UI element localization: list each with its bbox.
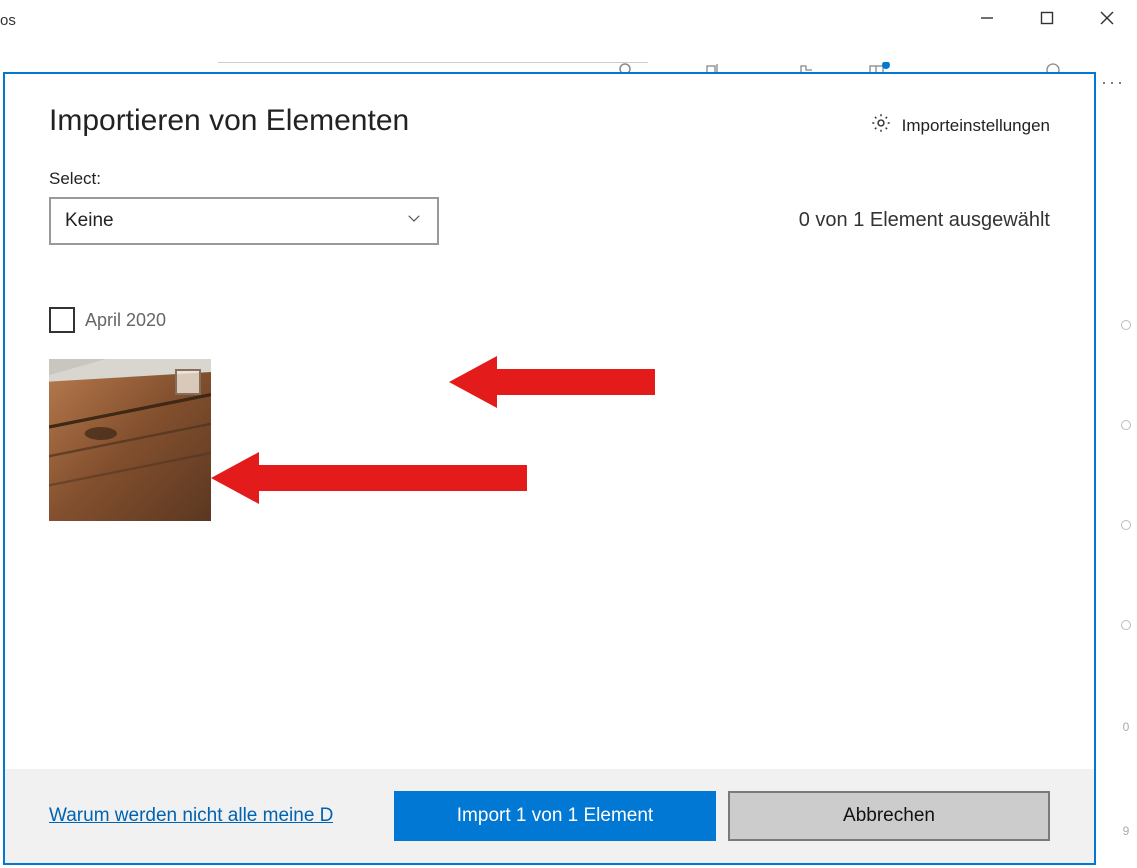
scroll-dot: [1121, 620, 1131, 630]
maximize-icon: [1040, 11, 1054, 25]
cancel-button[interactable]: Abbrechen: [728, 791, 1050, 841]
group-checkbox[interactable]: [49, 307, 75, 333]
close-icon: [1100, 11, 1114, 25]
maximize-button[interactable]: [1017, 0, 1077, 36]
chevron-down-icon: [405, 209, 423, 233]
help-link[interactable]: Warum werden nicht alle meine D: [49, 805, 333, 827]
select-block: Select: Keine: [49, 169, 439, 245]
window-controls: [957, 0, 1137, 36]
titlebar: os: [0, 0, 1137, 48]
import-button[interactable]: Import 1 von 1 Element: [394, 791, 716, 841]
import-settings-link[interactable]: Importeinstellungen: [870, 112, 1050, 139]
selection-count: 0 von 1 Element ausgewählt: [799, 209, 1050, 232]
more-menu[interactable]: ···: [1101, 72, 1125, 93]
dialog-footer: Warum werden nicht alle meine D Import 1…: [5, 769, 1094, 863]
scroll-dot: [1121, 520, 1131, 530]
photo-thumbnail[interactable]: [49, 359, 211, 521]
select-dropdown[interactable]: Keine: [49, 197, 439, 245]
scroll-num: 0: [1123, 720, 1130, 734]
select-row: Select: Keine 0 von 1 Element ausgewählt: [49, 169, 1050, 245]
minimize-button[interactable]: [957, 0, 1017, 36]
minimize-icon: [980, 11, 994, 25]
dialog-title: Importieren von Elementen: [49, 104, 409, 138]
group-label: April 2020: [85, 310, 166, 331]
gear-icon: [870, 112, 892, 139]
group-header: April 2020: [49, 307, 1050, 333]
dialog-header: Importieren von Elementen Importeinstell…: [5, 74, 1094, 139]
select-label: Select:: [49, 169, 439, 189]
app-title-partial: os: [0, 12, 16, 29]
dialog-body: Select: Keine 0 von 1 Element ausgewählt…: [5, 139, 1094, 769]
thumbnail-grid: [49, 359, 1050, 521]
import-settings-label: Importeinstellungen: [902, 116, 1050, 136]
close-button[interactable]: [1077, 0, 1137, 36]
import-dialog: Importieren von Elementen Importeinstell…: [3, 72, 1096, 865]
footer-buttons: Import 1 von 1 Element Abbrechen: [394, 791, 1050, 841]
select-value: Keine: [65, 210, 114, 232]
scroll-dot: [1121, 420, 1131, 430]
thumbnail-checkbox[interactable]: [175, 369, 201, 395]
right-scroll-indicator: 0 9: [1119, 320, 1133, 838]
scroll-dot: [1121, 320, 1131, 330]
scroll-num: 9: [1123, 824, 1130, 838]
